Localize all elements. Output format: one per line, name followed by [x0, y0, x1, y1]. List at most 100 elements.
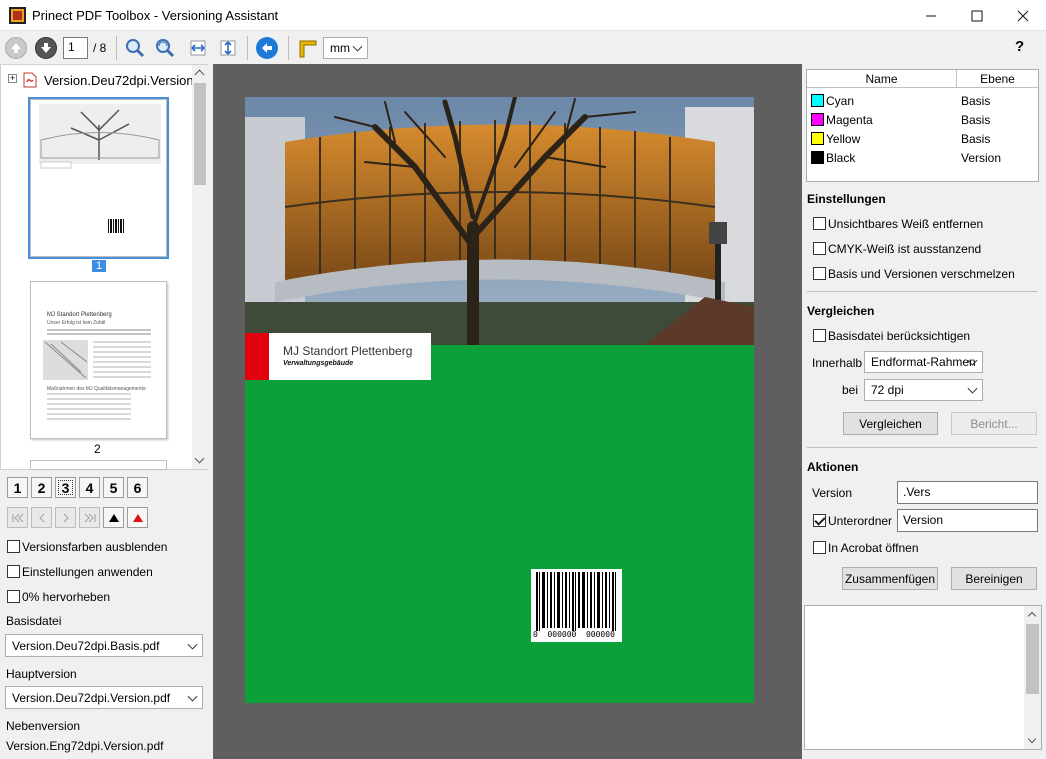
- log-output[interactable]: [804, 605, 1042, 750]
- barcode-digits: 0 000000 000000: [533, 630, 615, 639]
- divider: [807, 447, 1037, 448]
- layer-button-5[interactable]: 5: [103, 477, 124, 498]
- pdf-file-name: Version.Deu72dpi.Version: [44, 73, 194, 88]
- subfolder-input[interactable]: Version: [897, 509, 1038, 532]
- chevron-down-icon: [187, 639, 198, 650]
- previous-page-button[interactable]: [5, 37, 27, 59]
- table-row[interactable]: Magenta Basis: [807, 110, 1038, 129]
- arrow-down-icon: [41, 43, 51, 53]
- nebenversion-label: Nebenversion: [6, 719, 81, 733]
- help-button[interactable]: ?: [1015, 38, 1024, 55]
- highlight-zero-checkbox[interactable]: [7, 590, 20, 603]
- merge-button[interactable]: Zusammenfügen: [842, 567, 938, 590]
- basisdatei-select[interactable]: Version.Deu72dpi.Basis.pdf: [5, 634, 203, 657]
- arrow-left-icon: [262, 43, 272, 53]
- innerhalb-select[interactable]: Endformat-Rahmen: [864, 351, 983, 373]
- page-thumbnail-1[interactable]: [28, 97, 169, 259]
- page-heading: MJ Standort Plettenberg: [283, 344, 413, 358]
- subfolder-checkbox[interactable]: [813, 514, 826, 527]
- report-button[interactable]: Bericht...: [951, 412, 1037, 435]
- column-header-name[interactable]: Name: [807, 70, 957, 88]
- open-in-acrobat-checkbox[interactable]: [813, 541, 826, 554]
- ruler-icon[interactable]: [296, 37, 320, 61]
- innerhalb-label: Innerhalb: [812, 356, 863, 370]
- triangle-red-button[interactable]: [127, 507, 148, 528]
- chevron-down-icon: [352, 41, 363, 52]
- remove-invisible-white-checkbox[interactable]: [813, 217, 826, 230]
- einstellungen-title: Einstellungen: [807, 192, 886, 206]
- next-page-button[interactable]: [35, 37, 57, 59]
- zoom-icon[interactable]: [123, 36, 147, 60]
- row-ebene: Version: [961, 151, 1002, 165]
- apply-settings-checkbox[interactable]: [7, 565, 20, 578]
- log-scrollbar[interactable]: [1024, 606, 1041, 749]
- fit-height-icon[interactable]: [216, 36, 240, 60]
- bei-select[interactable]: 72 dpi: [864, 379, 983, 401]
- maximize-button[interactable]: [954, 0, 1000, 31]
- page-thumbnail-3[interactable]: [30, 460, 167, 470]
- highlight-zero-label: 0% hervorheben: [22, 590, 111, 604]
- hide-version-colors-label: Versionsfarben ausblenden: [22, 540, 168, 554]
- compare-button[interactable]: Vergleichen: [843, 412, 938, 435]
- minimize-button[interactable]: [908, 0, 954, 31]
- fit-width-icon[interactable]: [186, 36, 210, 60]
- scroll-up-icon: [1027, 611, 1037, 621]
- merge-base-versions-checkbox[interactable]: [813, 267, 826, 280]
- zoom-fit-icon[interactable]: [153, 36, 177, 60]
- page-total: / 8: [93, 41, 107, 55]
- unit-select[interactable]: mm: [323, 37, 368, 59]
- divider: [807, 291, 1037, 292]
- row-name: Black: [826, 151, 856, 165]
- layer-button-4[interactable]: 4: [79, 477, 100, 498]
- close-button[interactable]: [1000, 0, 1046, 31]
- thumbnail-panel: + Version.Deu72dpi.Version 1 MJ Standort…: [0, 64, 208, 470]
- hauptversion-select[interactable]: Version.Deu72dpi.Version.pdf: [5, 686, 203, 709]
- layer-button-2[interactable]: 2: [31, 477, 52, 498]
- toolbar: 1 / 8 mm ?: [0, 32, 1046, 64]
- page-subheading: Verwaltungsgebäude: [283, 360, 354, 367]
- scroll-thumb: [194, 83, 206, 185]
- page-thumbnail-2[interactable]: MJ Standort Plettenberg Unser Erfolg ist…: [30, 281, 167, 439]
- back-button[interactable]: [256, 37, 278, 59]
- table-row[interactable]: Yellow Basis: [807, 129, 1038, 148]
- page-preview: MJ Standort Plettenberg Verwaltungsgebäu…: [245, 97, 754, 703]
- separation-table: Name Ebene Cyan Basis Magenta Basis Yell…: [806, 69, 1039, 182]
- right-panel: Name Ebene Cyan Basis Magenta Basis Yell…: [803, 64, 1046, 759]
- color-swatch: [811, 94, 824, 107]
- expand-icon[interactable]: +: [8, 74, 17, 83]
- hauptversion-label: Hauptversion: [6, 667, 77, 681]
- next-button[interactable]: [55, 507, 76, 528]
- vergleichen-title: Vergleichen: [807, 304, 875, 318]
- layer-button-6[interactable]: 6: [127, 477, 148, 498]
- open-in-acrobat-label: In Acrobat öffnen: [828, 541, 919, 555]
- hide-version-colors-checkbox[interactable]: [7, 540, 20, 553]
- thumbnail-scrollbar[interactable]: [192, 65, 208, 469]
- merge-base-versions-label: Basis und Versionen verschmelzen: [828, 267, 1015, 281]
- apply-settings-label: Einstellungen anwenden: [22, 565, 153, 579]
- thumbnail-text: Maßnahmen des MJ Qualitätsmanagements:: [47, 386, 147, 392]
- last-button[interactable]: [79, 507, 100, 528]
- layer-button-1[interactable]: 1: [7, 477, 28, 498]
- clean-button[interactable]: Bereinigen: [951, 567, 1037, 590]
- table-row[interactable]: Black Version: [807, 148, 1038, 167]
- cmyk-white-checkbox[interactable]: [813, 242, 826, 255]
- column-header-ebene[interactable]: Ebene: [957, 70, 1038, 88]
- previous-button[interactable]: [31, 507, 52, 528]
- first-button[interactable]: [7, 507, 28, 528]
- pdf-file-icon: [23, 72, 37, 91]
- version-label: Version: [812, 486, 853, 500]
- layer-button-3[interactable]: 3: [55, 477, 76, 498]
- color-swatch: [811, 132, 824, 145]
- table-row[interactable]: Cyan Basis: [807, 91, 1038, 110]
- version-input[interactable]: .Vers: [897, 481, 1038, 504]
- consider-base-file-checkbox[interactable]: [813, 329, 826, 342]
- basisdatei-label: Basisdatei: [6, 614, 62, 628]
- triangle-black-button[interactable]: [103, 507, 124, 528]
- triangle-red-icon: [132, 513, 143, 522]
- consider-base-file-label: Basisdatei berücksichtigen: [828, 329, 971, 343]
- last-icon: [84, 513, 95, 522]
- page-number-input[interactable]: 1: [63, 37, 88, 59]
- row-ebene: Basis: [961, 94, 991, 108]
- building-photo: [245, 97, 754, 703]
- nebenversion-value: Version.Eng72dpi.Version.pdf: [6, 739, 164, 753]
